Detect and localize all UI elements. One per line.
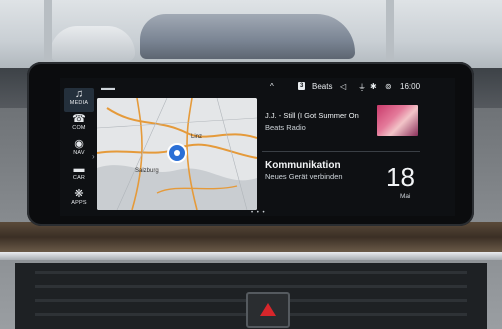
hazard-triangle-icon — [260, 303, 276, 316]
music-note-icon: ♫ — [74, 88, 84, 100]
calendar-day: 18 — [386, 162, 415, 192]
widget-divider — [262, 151, 420, 152]
map-graphic — [97, 98, 257, 210]
apps-icon: ❋ — [74, 188, 84, 200]
rail-item-car[interactable]: ▬ CAR — [64, 163, 94, 187]
rail-item-nav[interactable]: ◉ NAV — [64, 138, 94, 162]
rail-item-com[interactable]: ☎ COM — [64, 113, 94, 137]
station-name: Beats Radio — [265, 123, 306, 132]
album-art — [377, 105, 418, 136]
rail-item-media[interactable]: ♫ MEDIA — [64, 88, 94, 112]
wood-trim — [0, 222, 502, 252]
background-parked-car-blue — [140, 14, 355, 59]
map-city-label: Linz — [191, 134, 203, 140]
rail-item-apps[interactable]: ❋ APPS — [64, 188, 94, 212]
background-parked-car-white — [50, 26, 135, 61]
hazard-button[interactable] — [246, 292, 290, 328]
bluetooth-icon: ✱ — [370, 82, 377, 91]
menu-icon[interactable]: ▬▬ — [101, 85, 115, 92]
map-tile[interactable]: Linz Salzburg — [97, 98, 257, 210]
comm-subtitle[interactable]: Neues Gerät verbinden — [265, 172, 343, 181]
rail-label-com: COM — [72, 125, 86, 131]
rail-label-car: CAR — [72, 175, 86, 181]
navigation-icon: ◉ — [74, 138, 84, 150]
source-name: Beats — [312, 82, 333, 91]
chrome-trim — [0, 252, 502, 260]
rail-label-nav: NAV — [73, 150, 85, 156]
rail-label-media: MEDIA — [69, 100, 89, 106]
rail-label-apps: APPS — [71, 200, 87, 206]
nav-rail: ♫ MEDIA ☎ COM ◉ NAV ▬ CAR ❋ APPS — [64, 88, 94, 212]
status-bar: ^ 3 Beats ◁ ⏚ ✱ ⊚ 16:00 — [270, 82, 450, 92]
calendar-month: Mai — [400, 193, 411, 200]
page-indicator: • • • — [251, 210, 266, 216]
car-icon: ▬ — [73, 163, 85, 175]
connectivity-icon: ⊚ — [385, 82, 392, 91]
microphone-icon: ⏚ — [358, 83, 366, 92]
chevron-right-icon[interactable]: › — [92, 152, 95, 161]
expand-up-icon[interactable]: ^ — [270, 82, 274, 91]
comm-title[interactable]: Kommunikation — [265, 160, 341, 171]
track-title: J.J. - Still (I Got Summer On — [265, 111, 359, 120]
volume-icon: ◁ — [340, 82, 347, 91]
map-city-label: Salzburg — [135, 168, 159, 174]
phone-icon: ☎ — [72, 113, 86, 125]
source-badge: 3 — [298, 82, 306, 90]
clock-time: 16:00 — [400, 82, 421, 91]
